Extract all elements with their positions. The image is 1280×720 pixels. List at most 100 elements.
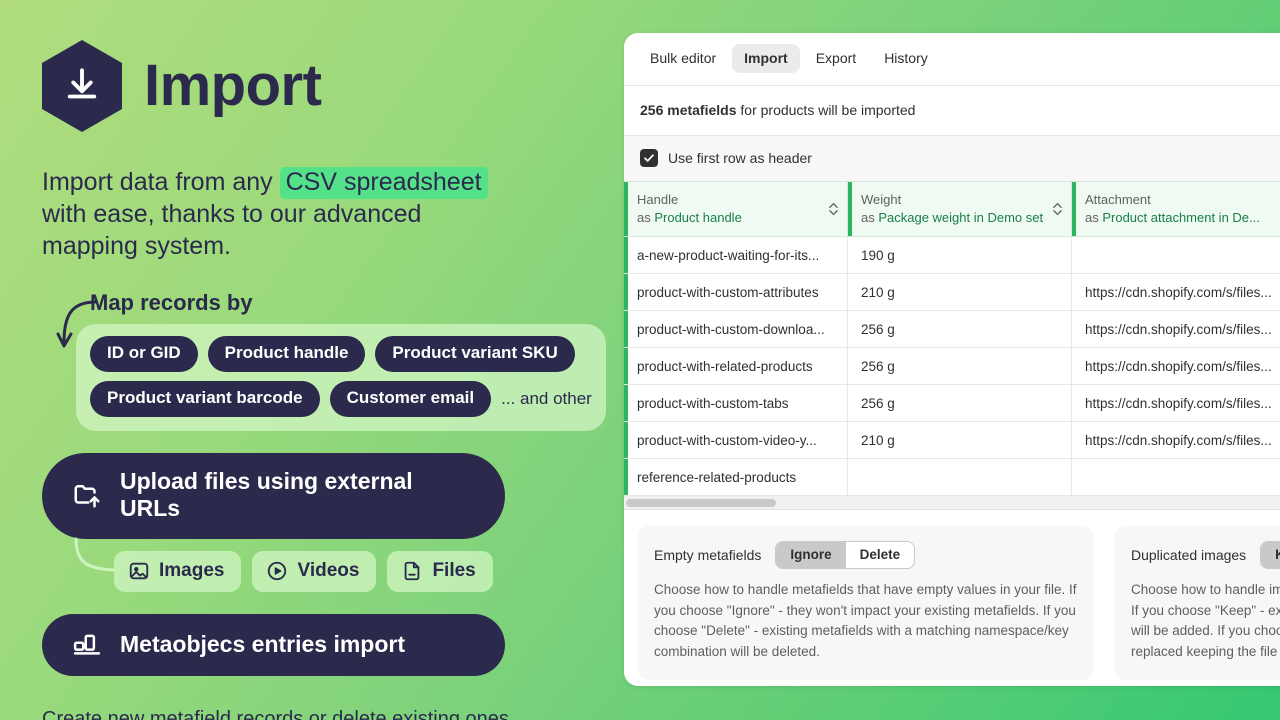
- use-first-row-label: Use first row as header: [668, 150, 812, 166]
- duplicated-images-keep-button[interactable]: Keep: [1261, 542, 1280, 569]
- scrollbar-thumb[interactable]: [626, 499, 776, 508]
- lede-after: with ease, thanks to our advanced mappin…: [42, 200, 422, 260]
- upload-type-videos-label: Videos: [297, 560, 360, 581]
- chip-customer-email[interactable]: Customer email: [329, 381, 492, 417]
- table-row: product-with-custom-tabs 256 g https://c…: [624, 385, 1280, 423]
- metaobjects-import-label: Metaobjecs entries import: [120, 630, 406, 657]
- file-icon: [405, 561, 420, 581]
- screenshot-root: Import Import data from any CSV spreadsh…: [0, 0, 1280, 720]
- lede-before: Import data from any: [42, 168, 280, 196]
- table-cell: [1072, 459, 1280, 497]
- upload-type-images[interactable]: Images: [114, 551, 242, 592]
- table-cell: product-with-custom-video-y...: [624, 422, 848, 460]
- upload-external-urls-pill[interactable]: Upload files using external URLs: [42, 453, 505, 539]
- table-column-weight-target: Package weight in Demo set: [878, 209, 1044, 225]
- tab-history[interactable]: History: [872, 44, 940, 73]
- table-cell: 256 g: [848, 385, 1072, 423]
- option-card-duplicated-images: Duplicated images Keep Replace Choose ho…: [1115, 526, 1280, 681]
- chip-row-1: ID or GID Product handle Product variant…: [90, 336, 592, 372]
- metaobjects-blocks-icon: [73, 634, 101, 655]
- table-cell: product-with-custom-tabs: [624, 385, 848, 423]
- duplicated-images-title: Duplicated images: [1131, 547, 1247, 564]
- table-row: product-with-custom-downloa... 256 g htt…: [624, 311, 1280, 349]
- curved-arrow-icon: [56, 300, 98, 348]
- upload-external-urls-label: Upload files using external URLs: [120, 468, 413, 521]
- table-cell: product-with-custom-downloa...: [624, 311, 848, 349]
- upload-types-group: Images Videos Files: [74, 537, 624, 592]
- import-summary-rest: for products will be imported: [736, 102, 916, 118]
- chip-product-variant-sku[interactable]: Product variant SKU: [375, 336, 575, 372]
- empty-metafields-description: Choose how to handle metafields that hav…: [654, 582, 1077, 659]
- footnote: Create new metafield records or delete e…: [42, 706, 512, 720]
- chip-product-handle[interactable]: Product handle: [207, 336, 366, 372]
- import-options: Empty metafields Ignore Delete Choose ho…: [624, 510, 1280, 686]
- table-cell: https://cdn.shopify.com/s/files...: [1072, 311, 1280, 349]
- import-summary-count: 256 metafields: [640, 102, 737, 118]
- upload-type-files[interactable]: Files: [387, 551, 493, 592]
- map-records-label: Map records by: [90, 290, 253, 315]
- upload-type-videos[interactable]: Videos: [252, 551, 377, 592]
- metaobjects-import-pill[interactable]: Metaobjecs entries import: [42, 614, 505, 676]
- table-horizontal-scrollbar[interactable]: [624, 496, 1280, 511]
- table-header-row: Handle as Product handle Weight as Packa…: [624, 182, 1280, 238]
- sort-updown-icon[interactable]: [1052, 200, 1063, 218]
- tab-bar: Bulk editor Import Export History: [624, 33, 1280, 86]
- table-cell: [848, 459, 1072, 497]
- checkmark-icon: [644, 154, 654, 162]
- hero-lede: Import data from any CSV spreadsheet wit…: [42, 166, 512, 262]
- map-records-section: Map records by ID or GID Product handle …: [42, 290, 624, 431]
- mapping-table: Handle as Product handle Weight as Packa…: [624, 182, 1280, 497]
- table-row: product-with-custom-video-y... 210 g htt…: [624, 422, 1280, 460]
- table-column-weight[interactable]: Weight as Package weight in Demo set: [848, 182, 1072, 238]
- chip-row-2: Product variant barcode Customer email .…: [90, 381, 592, 417]
- table-cell: [1072, 237, 1280, 275]
- table-cell: product-with-related-products: [624, 348, 848, 386]
- table-column-attachment-name: Attachment: [1085, 192, 1151, 207]
- page-title: Import: [144, 53, 322, 118]
- sort-updown-icon[interactable]: [828, 200, 839, 218]
- table-cell: 256 g: [848, 348, 1072, 386]
- import-summary: 256 metafields for products will be impo…: [624, 86, 1280, 136]
- option-card-empty-metafields: Empty metafields Ignore Delete Choose ho…: [638, 526, 1093, 681]
- duplicated-images-description: Choose how to handle images that are upl…: [1131, 582, 1280, 659]
- table-row: reference-related-products: [624, 459, 1280, 497]
- upload-type-images-label: Images: [159, 560, 225, 581]
- chip-id-or-gid[interactable]: ID or GID: [90, 336, 198, 372]
- table-cell: 210 g: [848, 422, 1072, 460]
- table-column-attachment-target: Product attachment in De...: [1102, 209, 1260, 225]
- tab-import[interactable]: Import: [732, 44, 800, 73]
- tab-bulk-editor[interactable]: Bulk editor: [638, 44, 728, 73]
- table-cell: https://cdn.shopify.com/s/files...: [1072, 422, 1280, 460]
- table-cell: product-with-custom-attributes: [624, 274, 848, 312]
- tab-export[interactable]: Export: [804, 44, 868, 73]
- table-cell: 256 g: [848, 311, 1072, 349]
- empty-metafields-segmented-control: Ignore Delete: [775, 541, 916, 570]
- table-row: a-new-product-waiting-for-its... 190 g: [624, 237, 1280, 275]
- duplicated-images-segmented-control: Keep Replace: [1260, 541, 1280, 570]
- footnote-text: Create new metafield records or delete e…: [42, 708, 509, 720]
- lede-highlight: CSV spreadsheet: [279, 167, 488, 199]
- table-column-attachment[interactable]: Attachment as Product attachment in De..…: [1072, 182, 1280, 238]
- table-cell: reference-related-products: [624, 459, 848, 497]
- chips-suffix: ... and other: [501, 389, 592, 408]
- app-panel: Bulk editor Import Export History 256 me…: [624, 33, 1280, 686]
- empty-metafields-ignore-button[interactable]: Ignore: [776, 542, 846, 569]
- image-icon: [129, 562, 149, 580]
- video-play-icon: [268, 561, 287, 581]
- table-column-handle-name: Handle: [637, 192, 679, 207]
- chip-product-variant-barcode[interactable]: Product variant barcode: [90, 381, 320, 417]
- empty-metafields-title: Empty metafields: [654, 547, 762, 564]
- table-column-handle[interactable]: Handle as Product handle: [624, 182, 848, 238]
- table-column-attachment-as: as: [1085, 209, 1103, 225]
- use-first-row-as-header-row[interactable]: Use first row as header: [624, 136, 1280, 182]
- upload-type-files-label: Files: [432, 560, 476, 581]
- table-column-weight-as: as: [861, 209, 879, 225]
- folder-upload-icon: [74, 485, 100, 508]
- marketing-panel: Import Import data from any CSV spreadsh…: [0, 0, 624, 720]
- use-first-row-checkbox[interactable]: [640, 149, 658, 167]
- map-records-chip-group: ID or GID Product handle Product variant…: [76, 324, 606, 431]
- empty-metafields-delete-button[interactable]: Delete: [845, 542, 915, 569]
- table-cell: https://cdn.shopify.com/s/files...: [1072, 385, 1280, 423]
- table-cell: a-new-product-waiting-for-its...: [624, 237, 848, 275]
- table-cell: https://cdn.shopify.com/s/files...: [1072, 274, 1280, 312]
